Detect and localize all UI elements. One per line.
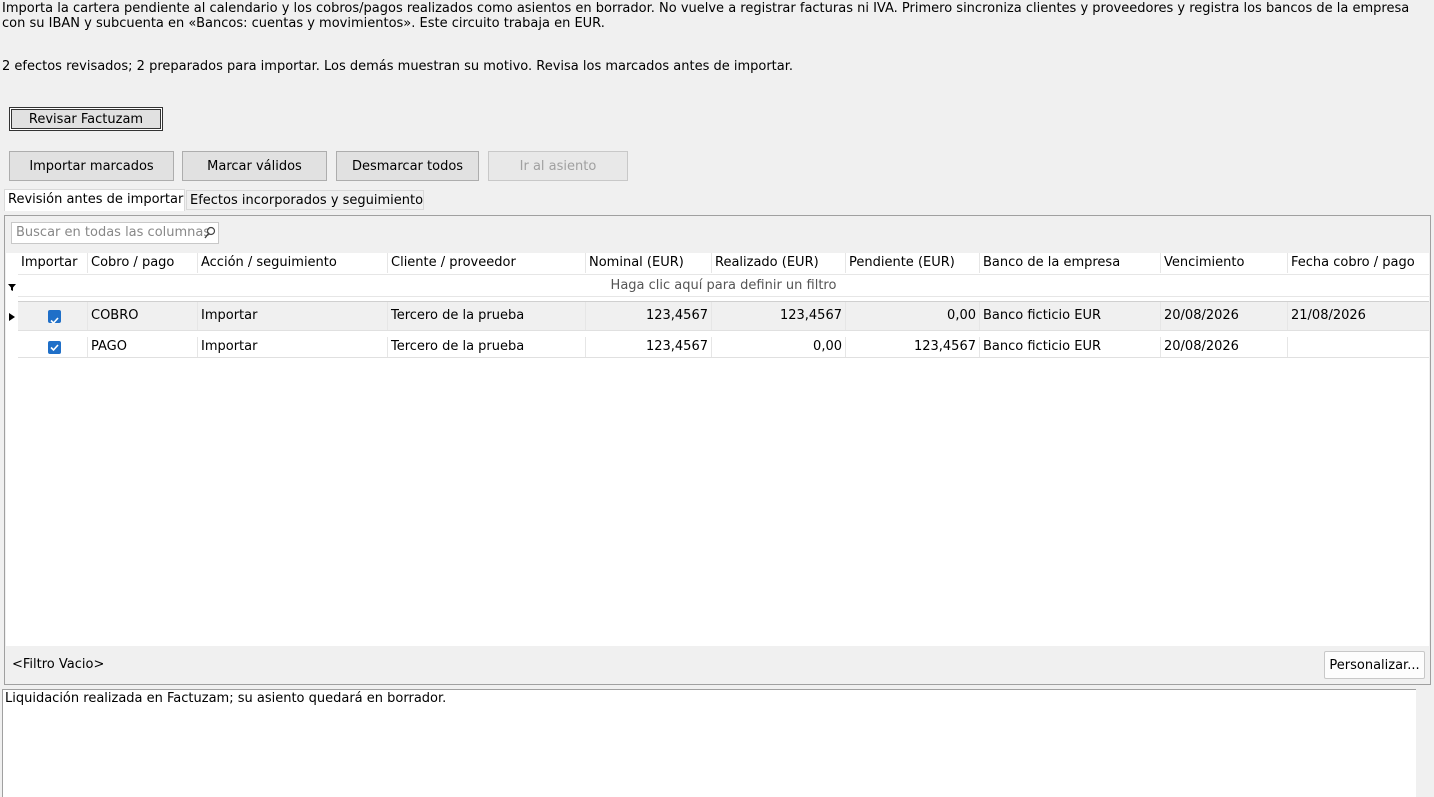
review-factuzam-button[interactable]: Revisar Factuzam (9, 107, 163, 131)
search-input[interactable]: Buscar en todas las columnas (11, 222, 219, 244)
col-header-cliente[interactable]: Cliente / proveedor (388, 253, 586, 273)
customize-button[interactable]: Personalizar... (1324, 651, 1425, 679)
col-header-accion[interactable]: Acción / seguimiento (198, 253, 388, 273)
cell-accion: Importar (198, 302, 388, 330)
tab-review[interactable]: Revisión antes de importar (4, 189, 185, 211)
data-grid: Importar Cobro / pago Acción / seguimien… (6, 253, 1429, 646)
cell-importar[interactable] (18, 337, 88, 357)
cell-realizado: 0,00 (712, 337, 846, 357)
tab-incorporated[interactable]: Efectos incorporados y seguimiento (186, 190, 424, 210)
review-panel: Buscar en todas las columnas Importar Co… (4, 215, 1431, 685)
col-header-realizado[interactable]: Realizado (EUR) (712, 253, 846, 273)
col-header-banco[interactable]: Banco de la empresa (980, 253, 1161, 273)
col-header-pendiente[interactable]: Pendiente (EUR) (846, 253, 980, 273)
goto-entry-button[interactable]: Ir al asiento (488, 151, 628, 181)
filter-status[interactable]: <Filtro Vacio> (12, 657, 104, 672)
cell-nominal: 123,4567 (586, 302, 712, 330)
intro-text: Importa la cartera pendiente al calendar… (2, 1, 1410, 31)
col-header-vencimiento[interactable]: Vencimiento (1161, 253, 1288, 273)
col-header-importar[interactable]: Importar (18, 253, 88, 273)
detail-textbox[interactable]: Liquidación realizada en Factuzam; su as… (2, 689, 1416, 797)
cell-realizado: 123,4567 (712, 302, 846, 330)
grid-header: Importar Cobro / pago Acción / seguimien… (6, 253, 1429, 273)
import-marked-button[interactable]: Importar marcados (9, 151, 174, 181)
table-row[interactable]: COBRO Importar Tercero de la prueba 123,… (9, 301, 1429, 331)
cell-nominal: 123,4567 (586, 337, 712, 357)
filter-funnel-icon[interactable] (8, 283, 16, 291)
cell-tipo: PAGO (88, 337, 198, 357)
checkbox-icon[interactable] (48, 341, 61, 354)
cell-vencimiento: 20/08/2026 (1161, 302, 1288, 330)
cell-importar[interactable] (18, 302, 88, 330)
cell-accion: Importar (198, 337, 388, 357)
search-placeholder: Buscar en todas las columnas (16, 225, 211, 240)
mark-valid-button[interactable]: Marcar válidos (182, 151, 327, 181)
cell-tipo: COBRO (88, 302, 198, 330)
unmark-all-button[interactable]: Desmarcar todos (336, 151, 479, 181)
filter-row[interactable]: Haga clic aquí para definir un filtro (18, 274, 1429, 297)
search-icon[interactable] (204, 226, 216, 240)
col-header-cobro-pago[interactable]: Cobro / pago (88, 253, 198, 273)
cell-banco: Banco ficticio EUR (980, 302, 1161, 330)
cell-vencimiento: 20/08/2026 (1161, 337, 1288, 357)
cell-fecha (1288, 337, 1429, 357)
detail-scrollbar[interactable] (1416, 689, 1434, 797)
table-row[interactable]: PAGO Importar Tercero de la prueba 123,4… (18, 337, 1429, 358)
col-header-nominal[interactable]: Nominal (EUR) (586, 253, 712, 273)
cell-banco: Banco ficticio EUR (980, 337, 1161, 357)
summary-text: 2 efectos revisados; 2 preparados para i… (2, 59, 794, 74)
col-header-fecha[interactable]: Fecha cobro / pago (1288, 253, 1429, 273)
row-indicator-icon (9, 313, 15, 321)
grid-footer: <Filtro Vacio> Personalizar... (6, 647, 1429, 684)
cell-pendiente: 123,4567 (846, 337, 980, 357)
checkbox-icon[interactable] (48, 310, 61, 325)
cell-pendiente: 0,00 (846, 302, 980, 330)
cell-tercero: Tercero de la prueba (388, 302, 586, 330)
cell-tercero: Tercero de la prueba (388, 337, 586, 357)
cell-fecha: 21/08/2026 (1291, 308, 1366, 323)
